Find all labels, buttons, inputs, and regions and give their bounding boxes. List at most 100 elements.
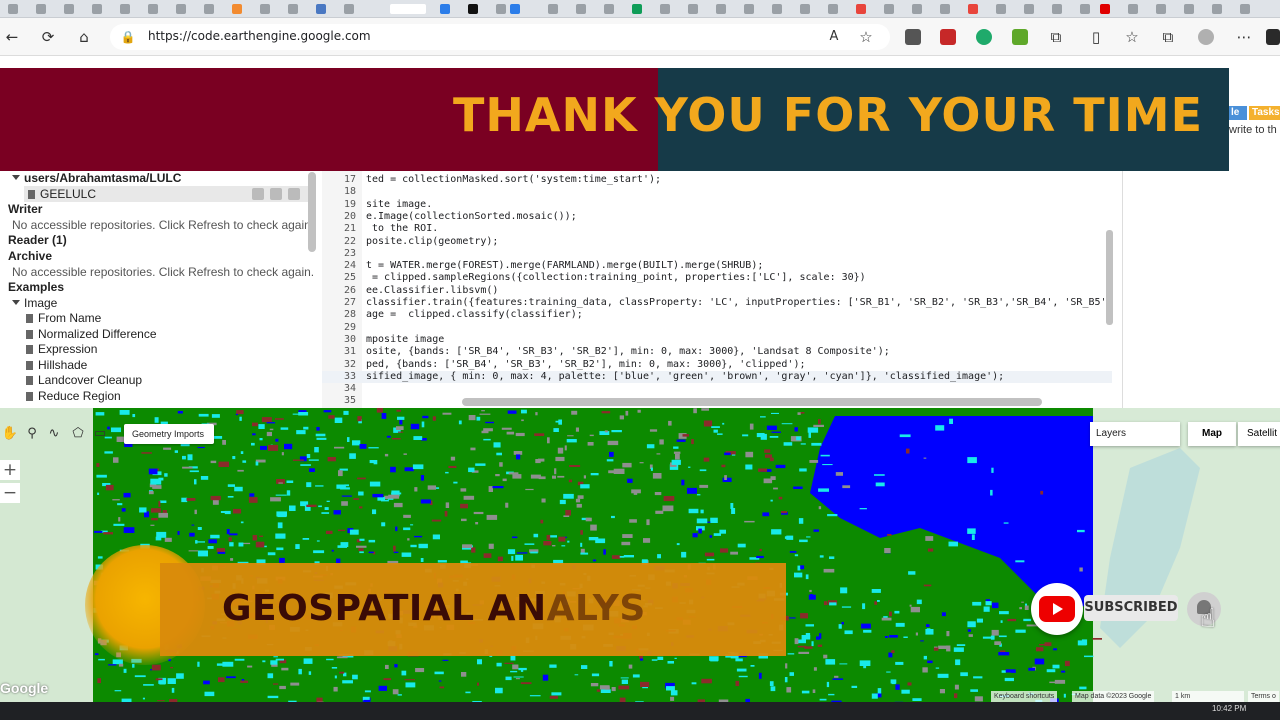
editor-horizontal-scrollbar[interactable] [462, 398, 1042, 406]
code-line[interactable]: 33 sified_image, { min: 0, max: 4, palett… [322, 370, 1112, 383]
tab-favicon[interactable] [1100, 4, 1110, 14]
line-tool-icon[interactable]: ∿ [44, 424, 64, 444]
example-item[interactable]: From Name [26, 310, 101, 326]
code-text[interactable]: ee.Classifier.libsvm() [366, 285, 498, 297]
image-folder[interactable]: Image [12, 295, 57, 311]
tab-favicon[interactable] [688, 4, 698, 14]
code-line[interactable]: 17 ted = collectionMasked.sort('system:ti… [322, 174, 1112, 186]
code-text[interactable]: sified_image, { min: 0, max: 4, palette:… [366, 371, 1004, 383]
writer-heading[interactable]: Writer [8, 201, 42, 217]
code-line[interactable]: 25 = clipped.sampleRegions({collection:t… [322, 272, 1112, 284]
extensions-puzzle-icon[interactable]: ⧉ [1046, 27, 1066, 47]
url-text[interactable]: https://code.earthengine.google.com [148, 29, 371, 43]
archive-heading[interactable]: Archive [8, 248, 52, 264]
extension-icon[interactable] [976, 29, 992, 45]
example-label[interactable]: Normalized Difference [38, 327, 157, 341]
extension-icon[interactable] [940, 29, 956, 45]
code-line[interactable]: 18 [322, 186, 1112, 198]
code-line[interactable]: 22 posite.clip(geometry); [322, 236, 1112, 248]
tab-favicon[interactable] [548, 4, 558, 14]
code-editor[interactable]: 17 ted = collectionMasked.sort('system:ti… [322, 170, 1116, 408]
delete-icon[interactable] [288, 188, 300, 200]
code-text[interactable]: classifier.train({features:training_data… [366, 297, 1113, 309]
script-name[interactable]: GEELULC [40, 187, 96, 201]
example-item[interactable]: Normalized Difference [26, 326, 157, 342]
sidebar-icon[interactable] [1266, 29, 1280, 45]
example-label[interactable]: From Name [38, 311, 101, 325]
code-text[interactable]: ped, {bands: ['SR_B4', 'SR_B3', 'SR_B2']… [366, 359, 806, 371]
tab-favicon[interactable] [1240, 4, 1250, 14]
tab-tasks[interactable]: Tasks [1249, 106, 1280, 120]
code-text[interactable]: posite.clip(geometry); [366, 236, 498, 248]
code-text[interactable]: t = WATER.merge(FOREST).merge(FARMLAND).… [366, 260, 763, 272]
rectangle-tool-icon[interactable]: ▭ [90, 424, 110, 444]
repo-path-row[interactable]: users/Abrahamtasma/LULC [12, 170, 181, 186]
tab-favicon[interactable] [510, 4, 520, 14]
tab-favicon[interactable] [884, 4, 894, 14]
example-label[interactable]: Landcover Cleanup [38, 373, 142, 387]
code-line[interactable]: 28 age = clipped.classify(classifier); [322, 309, 1112, 321]
layers-button[interactable]: Layers [1090, 422, 1180, 446]
tab-favicon[interactable] [1024, 4, 1034, 14]
favorite-star-icon[interactable]: ☆ [856, 27, 876, 47]
map-type-button[interactable]: Map [1188, 422, 1236, 446]
zoom-out-button[interactable]: − [0, 483, 20, 503]
code-line[interactable]: 24 t = WATER.merge(FOREST).merge(FARMLAND… [322, 260, 1112, 272]
read-aloud-icon[interactable]: A [824, 27, 844, 47]
point-marker-icon[interactable]: ⚲ [22, 424, 42, 444]
example-item[interactable]: Hillshade [26, 357, 87, 373]
image-folder-label[interactable]: Image [24, 296, 57, 310]
tab-favicon[interactable] [1080, 4, 1090, 14]
code-line[interactable]: 27 classifier.train({features:training_da… [322, 297, 1113, 309]
tab-favicon[interactable] [120, 4, 130, 14]
split-screen-icon[interactable]: ▯ [1086, 27, 1106, 47]
edit-icon[interactable] [270, 188, 282, 200]
tab-favicon[interactable] [744, 4, 754, 14]
code-text[interactable]: site image. [366, 199, 432, 211]
example-label[interactable]: Expression [38, 342, 97, 356]
tab-favicon[interactable] [940, 4, 950, 14]
zoom-in-button[interactable]: + [0, 460, 20, 480]
tab-favicon[interactable] [176, 4, 186, 14]
tab-favicon[interactable] [1156, 4, 1166, 14]
download-extension-icon[interactable] [1012, 29, 1028, 45]
scripts-scrollbar[interactable] [308, 172, 316, 252]
script-item-geelulc[interactable]: GEELULC [24, 186, 308, 202]
favorites-icon[interactable]: ☆ [1122, 27, 1142, 47]
code-line[interactable]: 34 [322, 383, 1112, 395]
code-text[interactable]: to the ROI. [366, 223, 438, 235]
tab-favicon[interactable] [828, 4, 838, 14]
tab-favicon[interactable] [1184, 4, 1194, 14]
code-line[interactable]: 29 [322, 322, 1112, 334]
tab-favicon[interactable] [316, 4, 326, 14]
expand-triangle-icon[interactable] [12, 300, 20, 305]
reader-heading[interactable]: Reader (1) [8, 232, 67, 248]
tab-favicon[interactable] [772, 4, 782, 14]
home-icon[interactable]: ⌂ [74, 27, 94, 47]
address-bar[interactable]: 🔒 https://code.earthengine.google.com A … [110, 24, 890, 50]
tab-favicon[interactable] [36, 4, 46, 14]
tab-favicon[interactable] [856, 4, 866, 14]
tab-favicon[interactable] [1052, 4, 1062, 14]
tab-favicon[interactable] [344, 4, 354, 14]
code-line[interactable]: 31 osite, {bands: ['SR_B4', 'SR_B3', 'SR_… [322, 346, 1112, 358]
code-text[interactable]: e.Image(collectionSorted.mosaic()); [366, 211, 577, 223]
reset-icon[interactable] [252, 188, 264, 200]
code-text[interactable]: age = clipped.classify(classifier); [366, 309, 583, 321]
extension-icon[interactable] [905, 29, 921, 45]
code-text[interactable]: osite, {bands: ['SR_B4', 'SR_B3', 'SR_B2… [366, 346, 890, 358]
satellite-type-button[interactable]: Satellit [1238, 422, 1280, 446]
tab-favicon[interactable] [64, 4, 74, 14]
code-text[interactable]: = clipped.sampleRegions({collection:trai… [366, 272, 866, 284]
terms-link[interactable]: Terms o [1248, 691, 1279, 702]
expand-triangle-icon[interactable] [12, 175, 20, 180]
example-label[interactable]: Reduce Region [38, 389, 121, 403]
examples-heading[interactable]: Examples [8, 279, 64, 295]
code-line[interactable]: 19 site image. [322, 199, 1112, 211]
tab-favicon[interactable] [496, 4, 506, 14]
tab-favicon[interactable] [576, 4, 586, 14]
tab-fragment[interactable]: le [1229, 106, 1247, 120]
tab-favicon[interactable] [260, 4, 270, 14]
code-line[interactable]: 26 ee.Classifier.libsvm() [322, 285, 1112, 297]
code-text[interactable]: mposite image [366, 334, 444, 346]
